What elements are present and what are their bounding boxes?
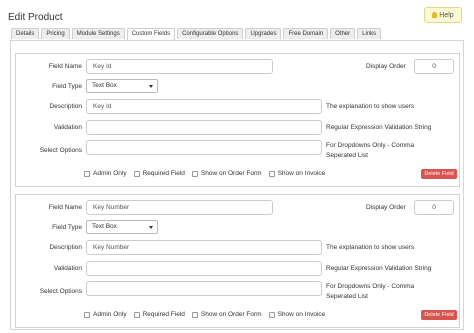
field-type-label: Field Type xyxy=(52,224,82,231)
tab-free-domain[interactable]: Free Domain xyxy=(283,28,329,39)
show-order-form-checkbox[interactable]: Show on Order Form xyxy=(191,311,262,318)
custom-field-block: Field Name Display Order Field Type Text… xyxy=(15,53,460,187)
select-options-hint: For Dropdowns Only - Comma Seperated Lis… xyxy=(326,142,415,159)
admin-only-label: Admin Only xyxy=(93,170,127,177)
select-options-input[interactable] xyxy=(86,281,322,296)
custom-fields-panel: Field Name Display Order Field Type Text… xyxy=(10,40,464,330)
checkbox-icon xyxy=(133,170,140,177)
admin-only-checkbox[interactable]: Admin Only xyxy=(84,311,127,318)
tab-links[interactable]: Links xyxy=(357,28,382,39)
lightbulb-icon xyxy=(432,12,438,18)
tab-custom-fields[interactable]: Custom Fields xyxy=(126,28,176,40)
field-name-input[interactable] xyxy=(86,59,273,74)
show-order-form-label: Show on Order Form xyxy=(200,311,262,318)
tab-pricing[interactable]: Pricing xyxy=(41,28,70,39)
checkbox-icon xyxy=(268,170,275,177)
field-options: Admin Only Required Field Show on Order … xyxy=(84,311,325,318)
chevron-down-icon xyxy=(149,85,153,88)
field-name-label: Field Name xyxy=(48,63,82,70)
description-label: Description xyxy=(49,103,82,110)
field-type-label: Field Type xyxy=(52,83,82,90)
tab-details[interactable]: Details xyxy=(11,28,40,39)
select-options-label: Select Options xyxy=(39,147,82,154)
select-options-input[interactable] xyxy=(86,140,322,155)
validation-hint: Regular Expression Validation String xyxy=(326,265,432,272)
select-options-hint-line1: For Dropdowns Only - Comma Seperated Lis… xyxy=(326,141,441,161)
help-label: Help xyxy=(439,11,454,19)
description-hint: The explanation to show users xyxy=(326,103,415,110)
description-input[interactable] xyxy=(86,99,322,114)
validation-label: Validation xyxy=(53,124,82,131)
delete-field-button[interactable]: Delete Field xyxy=(421,310,457,320)
validation-input[interactable] xyxy=(86,261,322,276)
display-order-input[interactable] xyxy=(414,200,454,215)
select-options-hint: For Dropdowns Only - Comma Seperated Lis… xyxy=(326,283,415,300)
validation-input[interactable] xyxy=(86,120,322,135)
description-hint: The explanation to show users xyxy=(326,244,415,251)
validation-label: Validation xyxy=(53,265,82,272)
field-name-label: Field Name xyxy=(48,204,82,211)
tab-upgrades[interactable]: Upgrades xyxy=(245,28,282,39)
checkbox-icon xyxy=(84,170,90,177)
field-type-value: Text Box xyxy=(92,82,117,89)
field-type-select[interactable]: Text Box xyxy=(86,220,158,234)
admin-only-label: Admin Only xyxy=(93,311,127,318)
select-options-hint-line1: For Dropdowns Only - Comma Seperated Lis… xyxy=(326,282,441,302)
field-type-value: Text Box xyxy=(92,223,117,230)
tab-other[interactable]: Other xyxy=(330,28,356,39)
show-invoice-checkbox[interactable]: Show on Invoice xyxy=(268,311,326,318)
admin-only-checkbox[interactable]: Admin Only xyxy=(84,170,127,177)
page-title: Edit Product xyxy=(8,12,63,23)
checkbox-icon xyxy=(133,311,140,318)
custom-field-block: Field Name Display Order Field Type Text… xyxy=(15,194,460,328)
checkbox-icon xyxy=(84,311,90,318)
required-field-checkbox[interactable]: Required Field xyxy=(133,170,185,177)
help-button[interactable]: Help xyxy=(424,7,462,23)
show-invoice-label: Show on Invoice xyxy=(277,311,326,318)
required-field-label: Required Field xyxy=(142,311,185,318)
chevron-down-icon xyxy=(149,226,153,229)
field-type-select[interactable]: Text Box xyxy=(86,79,158,93)
field-options: Admin Only Required Field Show on Order … xyxy=(84,170,325,177)
display-order-input[interactable] xyxy=(414,59,454,74)
delete-field-button[interactable]: Delete Field xyxy=(421,169,457,179)
description-label: Description xyxy=(49,244,82,251)
required-field-label: Required Field xyxy=(142,170,185,177)
show-order-form-checkbox[interactable]: Show on Order Form xyxy=(191,170,262,177)
validation-hint: Regular Expression Validation String xyxy=(326,124,432,131)
show-invoice-checkbox[interactable]: Show on Invoice xyxy=(268,170,326,177)
select-options-label: Select Options xyxy=(39,288,82,295)
show-invoice-label: Show on Invoice xyxy=(277,170,326,177)
checkbox-icon xyxy=(268,311,275,318)
field-name-input[interactable] xyxy=(86,200,273,215)
tab-module-settings[interactable]: Module Settings xyxy=(71,28,125,39)
tab-bar: Details Pricing Module Settings Custom F… xyxy=(11,28,382,40)
display-order-label: Display Order xyxy=(366,63,406,70)
checkbox-icon xyxy=(191,170,198,177)
checkbox-icon xyxy=(191,311,198,318)
required-field-checkbox[interactable]: Required Field xyxy=(133,311,185,318)
description-input[interactable] xyxy=(86,240,322,255)
display-order-label: Display Order xyxy=(366,204,406,211)
tab-configurable-options[interactable]: Configurable Options xyxy=(177,28,244,39)
show-order-form-label: Show on Order Form xyxy=(200,170,262,177)
